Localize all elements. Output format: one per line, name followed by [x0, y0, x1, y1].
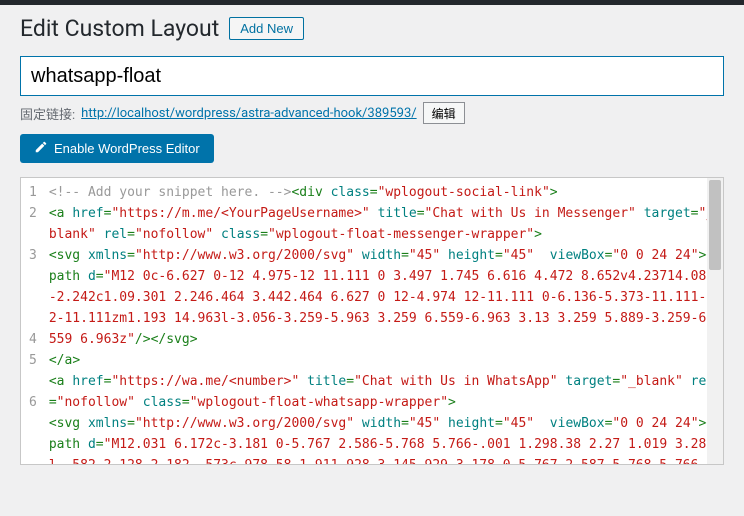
scroll-thumb[interactable] [709, 180, 721, 270]
pencil-icon [34, 140, 48, 157]
enable-editor-label: Enable WordPress Editor [54, 141, 200, 156]
code-line[interactable]: <svg xmlns="http://www.w3.org/2000/svg" … [49, 413, 717, 464]
code-line[interactable]: </a> [49, 350, 717, 371]
permalink-label: 固定链接: [20, 104, 75, 123]
gutter-line: 2 [29, 203, 37, 245]
scrollbar-vertical[interactable] [707, 178, 723, 464]
add-new-button[interactable]: Add New [229, 17, 304, 40]
page-title: Edit Custom Layout [20, 15, 219, 42]
permalink-url[interactable]: http://localhost/wordpress/astra-advance… [81, 106, 416, 121]
code-gutter: 123456 [21, 178, 43, 464]
permalink-row: 固定链接: http://localhost/wordpress/astra-a… [20, 102, 724, 124]
code-area[interactable]: <!-- Add your snippet here. --><div clas… [43, 178, 723, 464]
code-line[interactable]: <a href="https://m.me/<YourPageUsername>… [49, 203, 717, 245]
code-line[interactable]: <svg xmlns="http://www.w3.org/2000/svg" … [49, 245, 717, 350]
gutter-line: 6 [29, 392, 37, 464]
page-wrap: Edit Custom Layout Add New 固定链接: http://… [0, 5, 744, 475]
code-line[interactable]: <a href="https://wa.me/<number>" title="… [49, 371, 717, 413]
gutter-line: 3 [29, 245, 37, 329]
gutter-line: 5 [29, 350, 37, 392]
heading-row: Edit Custom Layout Add New [20, 15, 724, 42]
code-editor[interactable]: 123456 <!-- Add your snippet here. --><d… [20, 177, 724, 465]
title-input[interactable] [20, 56, 724, 96]
code-line[interactable]: <!-- Add your snippet here. --><div clas… [49, 182, 717, 203]
gutter-line: 1 [29, 182, 37, 203]
enable-wordpress-editor-button[interactable]: Enable WordPress Editor [20, 134, 214, 163]
gutter-line: 4 [29, 329, 37, 350]
edit-permalink-button[interactable]: 编辑 [423, 102, 465, 124]
